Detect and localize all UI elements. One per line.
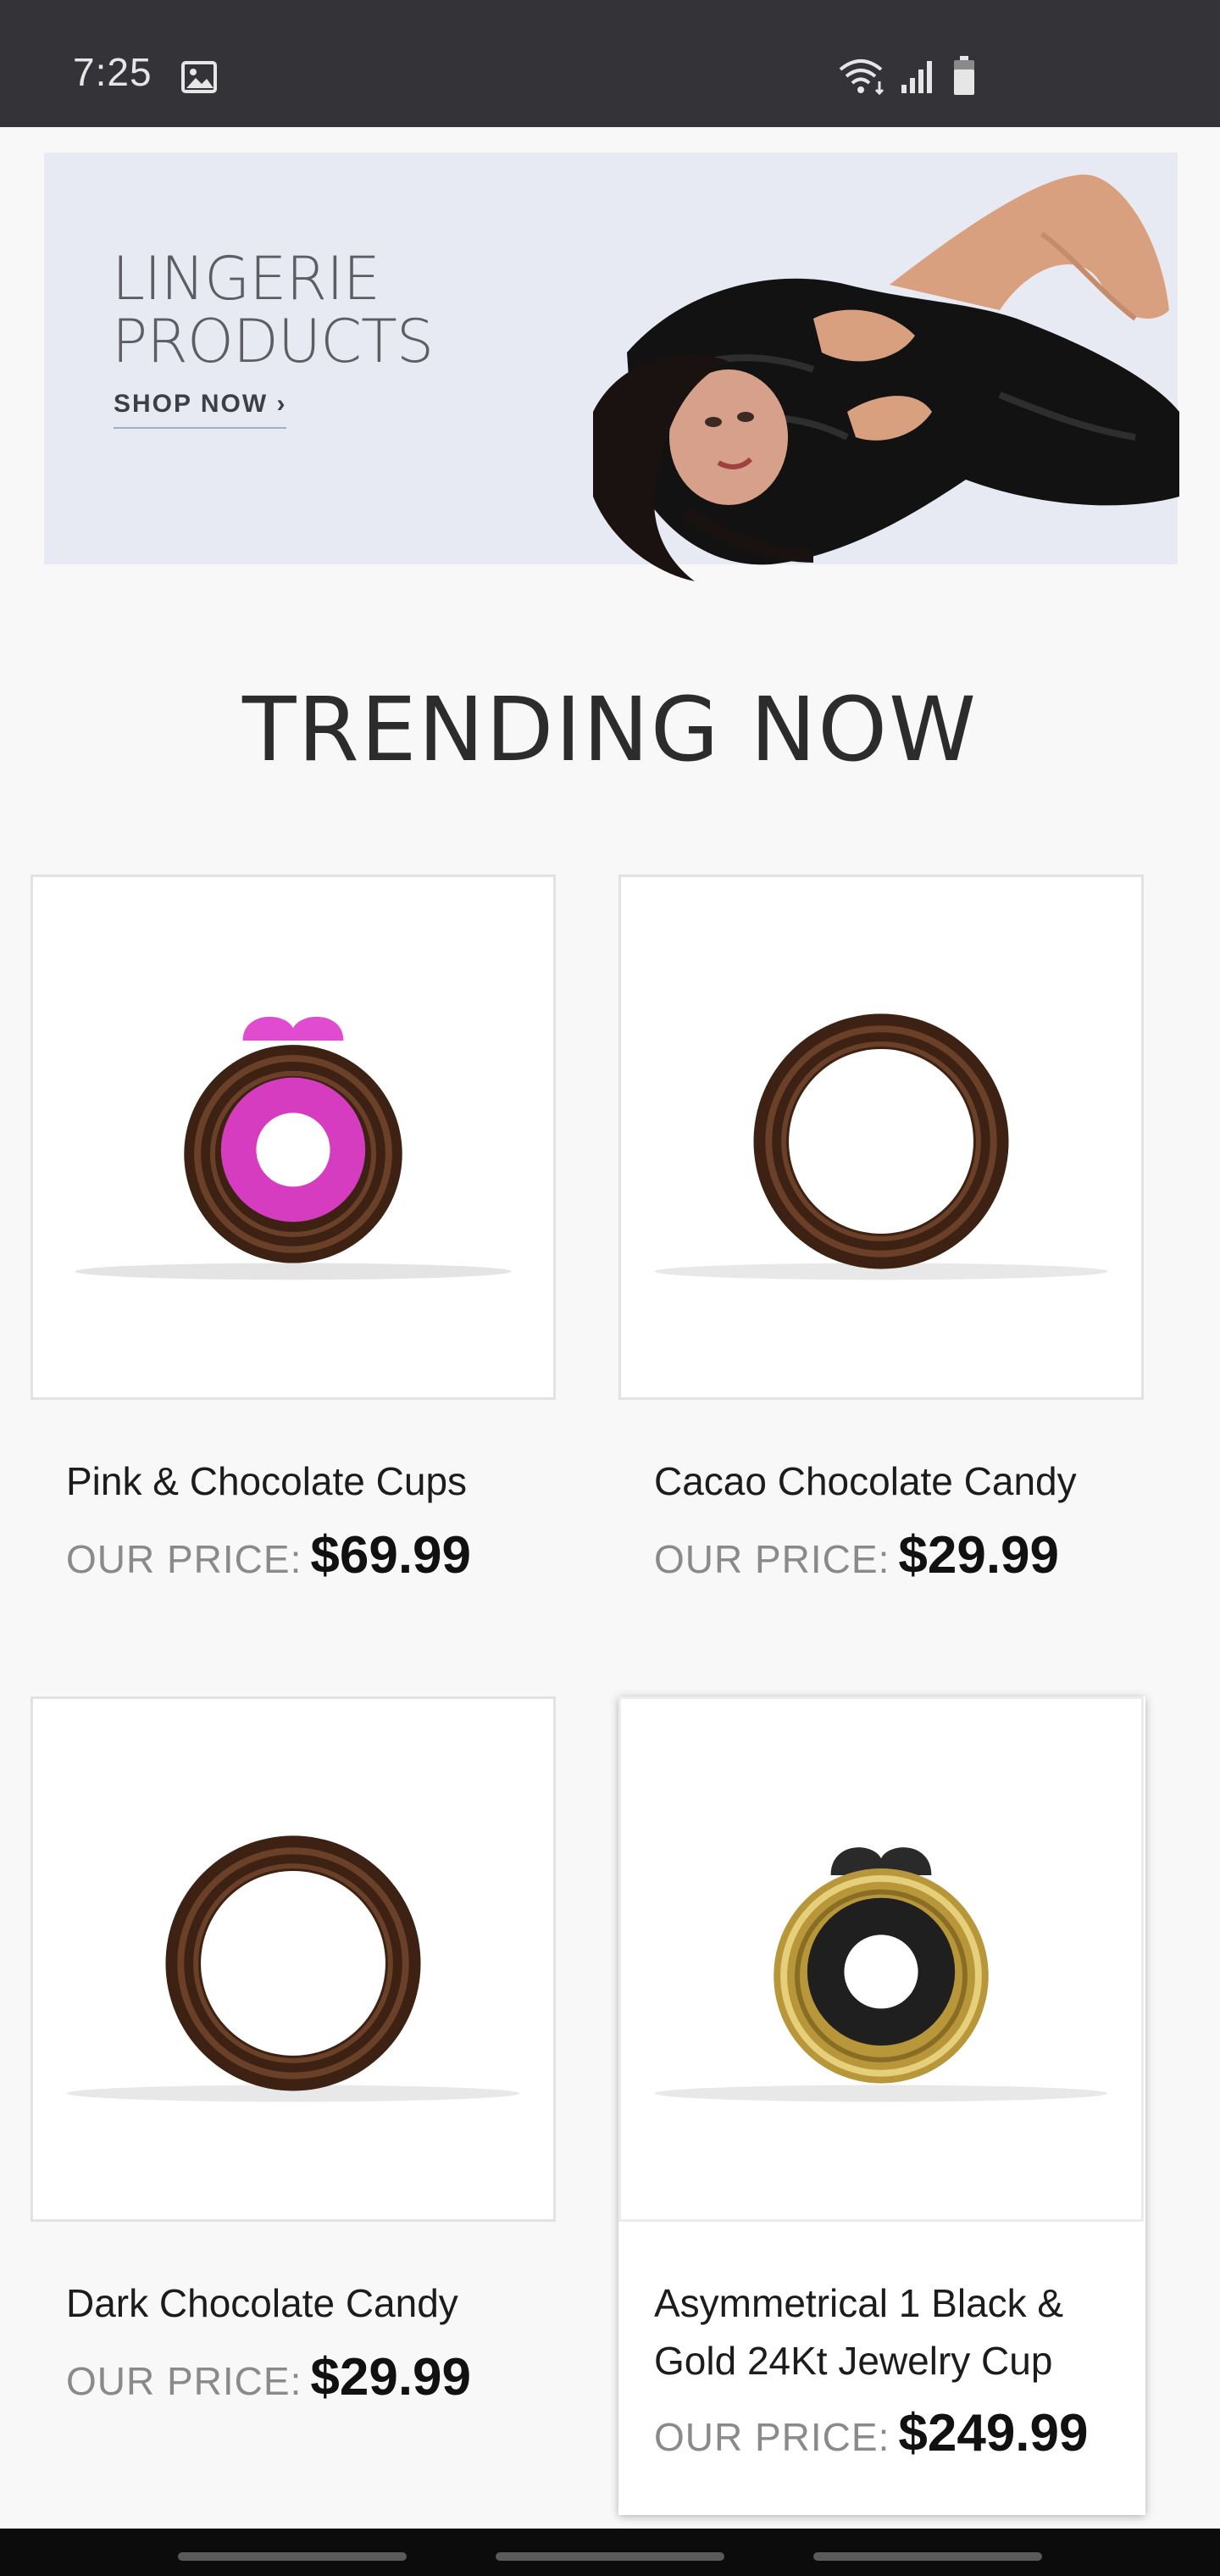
product-image[interactable] — [618, 874, 1144, 1400]
product-image[interactable] — [618, 1696, 1144, 2222]
shop-now-link[interactable]: SHOP NOW › — [114, 390, 287, 429]
image-icon — [181, 61, 217, 93]
product-price-row: OUR PRICE: $69.99 — [66, 1525, 471, 1585]
price-value: $29.99 — [310, 2348, 472, 2407]
section-title: TRENDING NOW — [242, 678, 978, 781]
wifi-icon — [839, 59, 884, 95]
battery-icon — [954, 56, 974, 95]
product-price-row: OUR PRICE: $249.99 — [654, 2403, 1089, 2463]
product-image[interactable] — [30, 874, 556, 1400]
product-name[interactable]: Pink & Chocolate Cups — [66, 1452, 541, 1510]
price-value: $29.99 — [898, 1526, 1060, 1585]
price-label: OUR PRICE: — [654, 2415, 890, 2459]
price-value: $249.99 — [898, 2404, 1089, 2462]
product-price-row: OUR PRICE: $29.99 — [66, 2347, 471, 2407]
price-label: OUR PRICE: — [66, 1537, 302, 1581]
nav-recent-button[interactable] — [178, 2552, 407, 2561]
product-name[interactable]: Asymmetrical 1 Black & Gold 24Kt Jewelry… — [654, 2274, 1128, 2390]
product-image[interactable] — [30, 1696, 556, 2222]
pink-chocolate-cup-icon — [75, 1016, 512, 1280]
black-gold-cup-icon — [654, 1847, 1108, 2102]
nav-back-button[interactable] — [813, 2552, 1042, 2561]
price-label: OUR PRICE: — [654, 1537, 890, 1581]
nav-home-button[interactable] — [496, 2552, 724, 2561]
price-label: OUR PRICE: — [66, 2359, 302, 2403]
system-nav-bar — [0, 2529, 1220, 2576]
product-price-row: OUR PRICE: $29.99 — [654, 1525, 1059, 1585]
price-value: $69.99 — [310, 1526, 472, 1585]
status-time: 7:25 — [73, 50, 152, 94]
chocolate-ring-icon — [66, 1835, 520, 2102]
chocolate-ring-icon — [654, 1013, 1108, 1280]
product-name[interactable]: Cacao Chocolate Candy — [654, 1452, 1128, 1510]
banner-model-photo — [593, 175, 1179, 581]
banner-title: LINGERIE PRODUCTS — [112, 244, 434, 376]
status-bar: 7:25 — [0, 0, 1220, 127]
product-name[interactable]: Dark Chocolate Candy — [66, 2274, 541, 2332]
signal-icon — [901, 61, 932, 93]
